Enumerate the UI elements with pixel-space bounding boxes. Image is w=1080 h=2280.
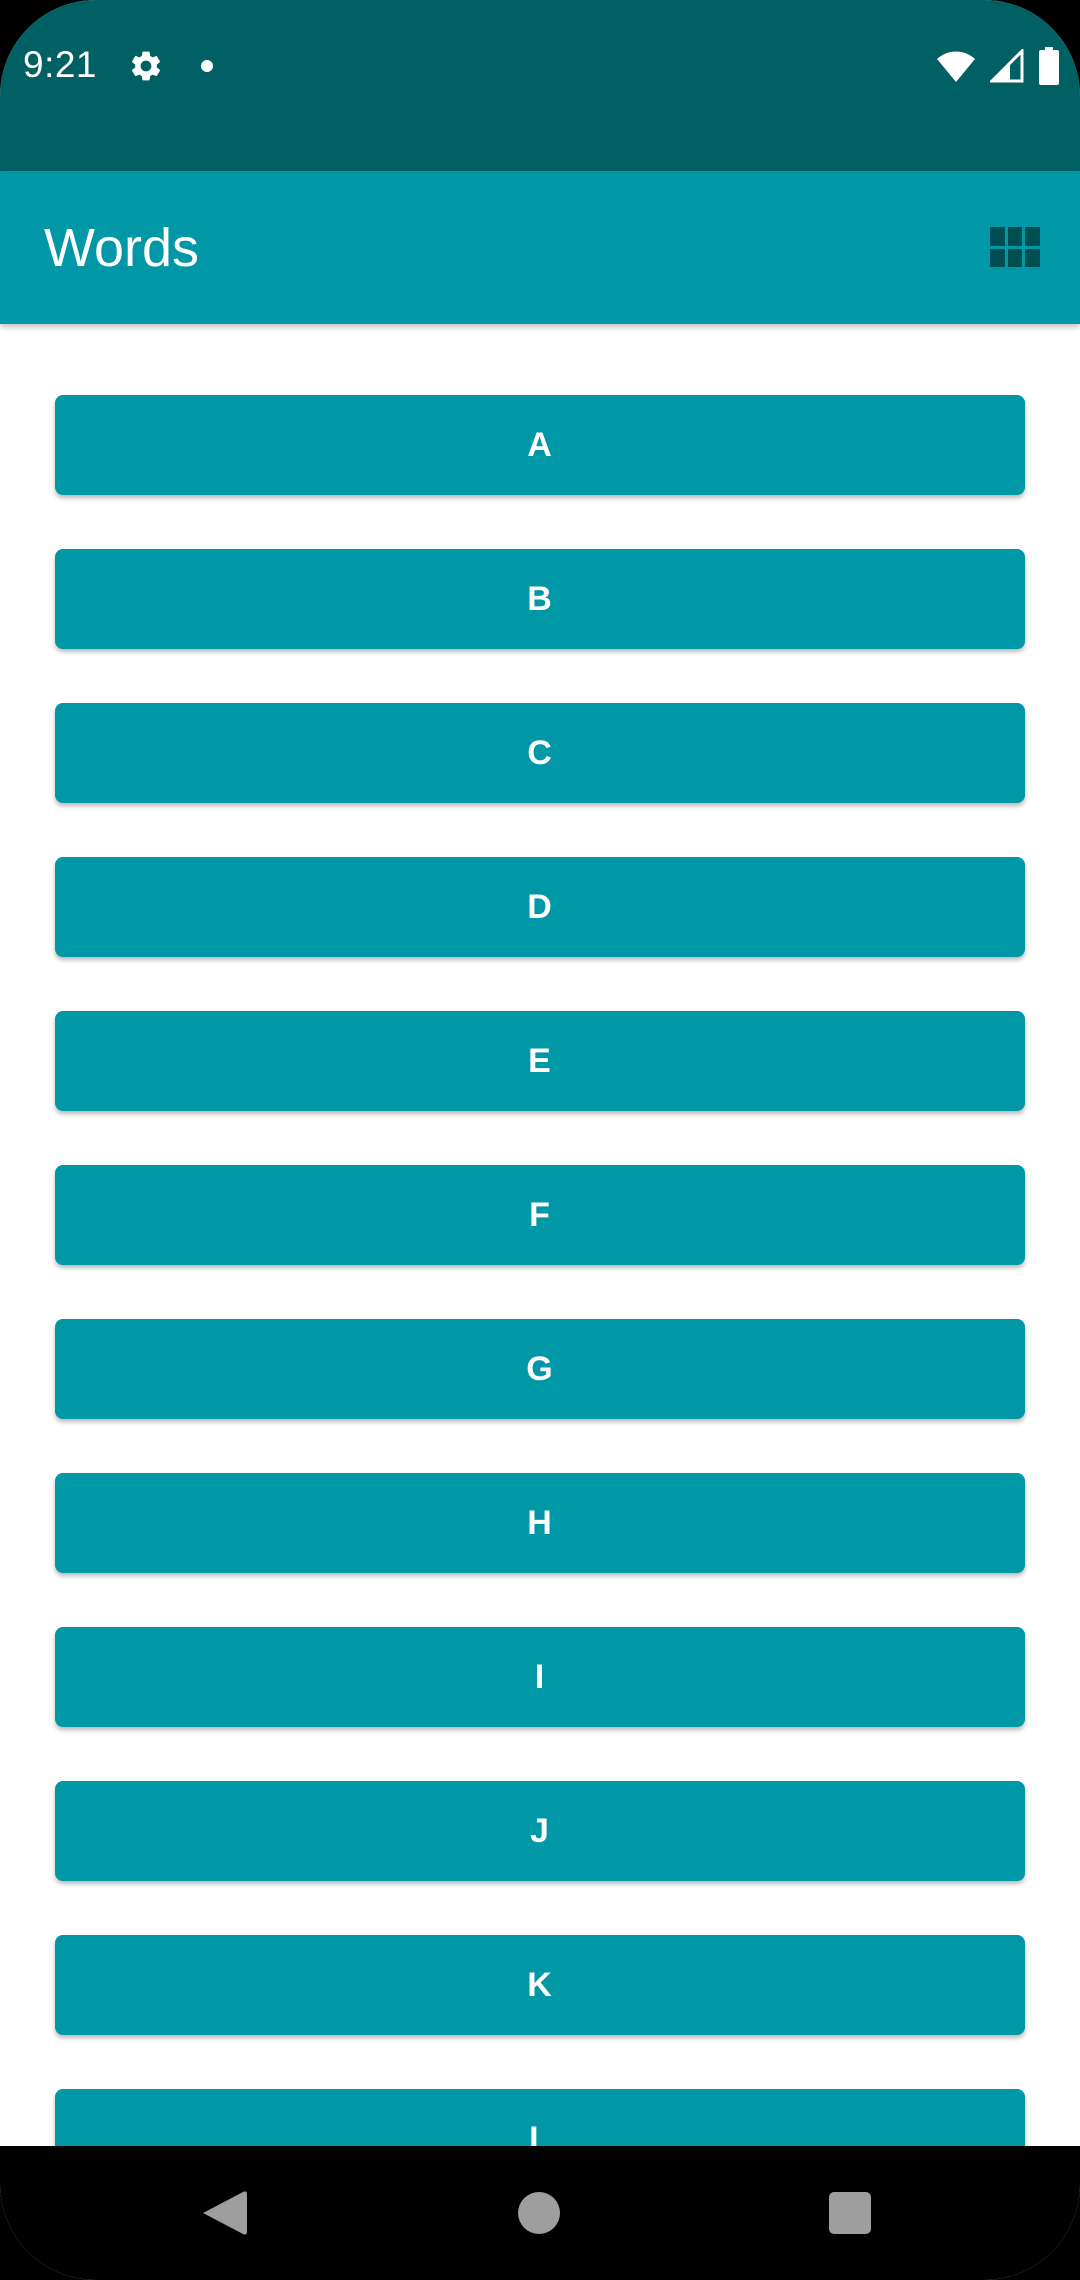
letter-button-j[interactable]: J [55,1781,1025,1881]
letter-button-f[interactable]: F [55,1165,1025,1265]
list-item: I [55,1627,1025,1727]
list-item: H [55,1473,1025,1573]
phone-screen: 9:21 Words ABCDEFGHIJKL [0,0,1080,2280]
letter-list-container[interactable]: ABCDEFGHIJKL [0,324,1080,2146]
list-item: A [55,395,1025,495]
letter-button-e[interactable]: E [55,1011,1025,1111]
recents-icon[interactable] [829,2192,871,2234]
letter-list: ABCDEFGHIJKL [55,395,1025,2146]
status-time: 9:21 [23,44,98,85]
letter-button-i[interactable]: I [55,1627,1025,1727]
back-icon[interactable] [203,2190,247,2236]
list-item: B [55,549,1025,649]
letter-button-k[interactable]: K [55,1935,1025,2035]
list-item: J [55,1781,1025,1881]
letter-button-c[interactable]: C [55,703,1025,803]
status-icons [936,46,1060,86]
list-item: D [55,857,1025,957]
page-title: Words [44,218,200,278]
grid-layout-icon[interactable] [990,227,1040,267]
letter-button-a[interactable]: A [55,395,1025,495]
letter-button-b[interactable]: B [55,549,1025,649]
home-icon[interactable] [518,2192,560,2234]
gear-icon [131,51,161,81]
signal-icon [990,49,1024,83]
letter-button-h[interactable]: H [55,1473,1025,1573]
letter-button-l[interactable]: L [55,2089,1025,2146]
navigation-bar [0,2146,1080,2280]
app-bar: Words [0,171,1080,324]
battery-icon [1039,47,1059,85]
wifi-icon [937,51,975,82]
list-item: G [55,1319,1025,1419]
list-item: L [55,2089,1025,2146]
list-item: E [55,1011,1025,1111]
status-bar: 9:21 [0,0,1080,171]
list-item: K [55,1935,1025,2035]
notification-dot-icon [201,60,213,72]
letter-button-d[interactable]: D [55,857,1025,957]
list-item: C [55,703,1025,803]
list-item: F [55,1165,1025,1265]
letter-button-g[interactable]: G [55,1319,1025,1419]
